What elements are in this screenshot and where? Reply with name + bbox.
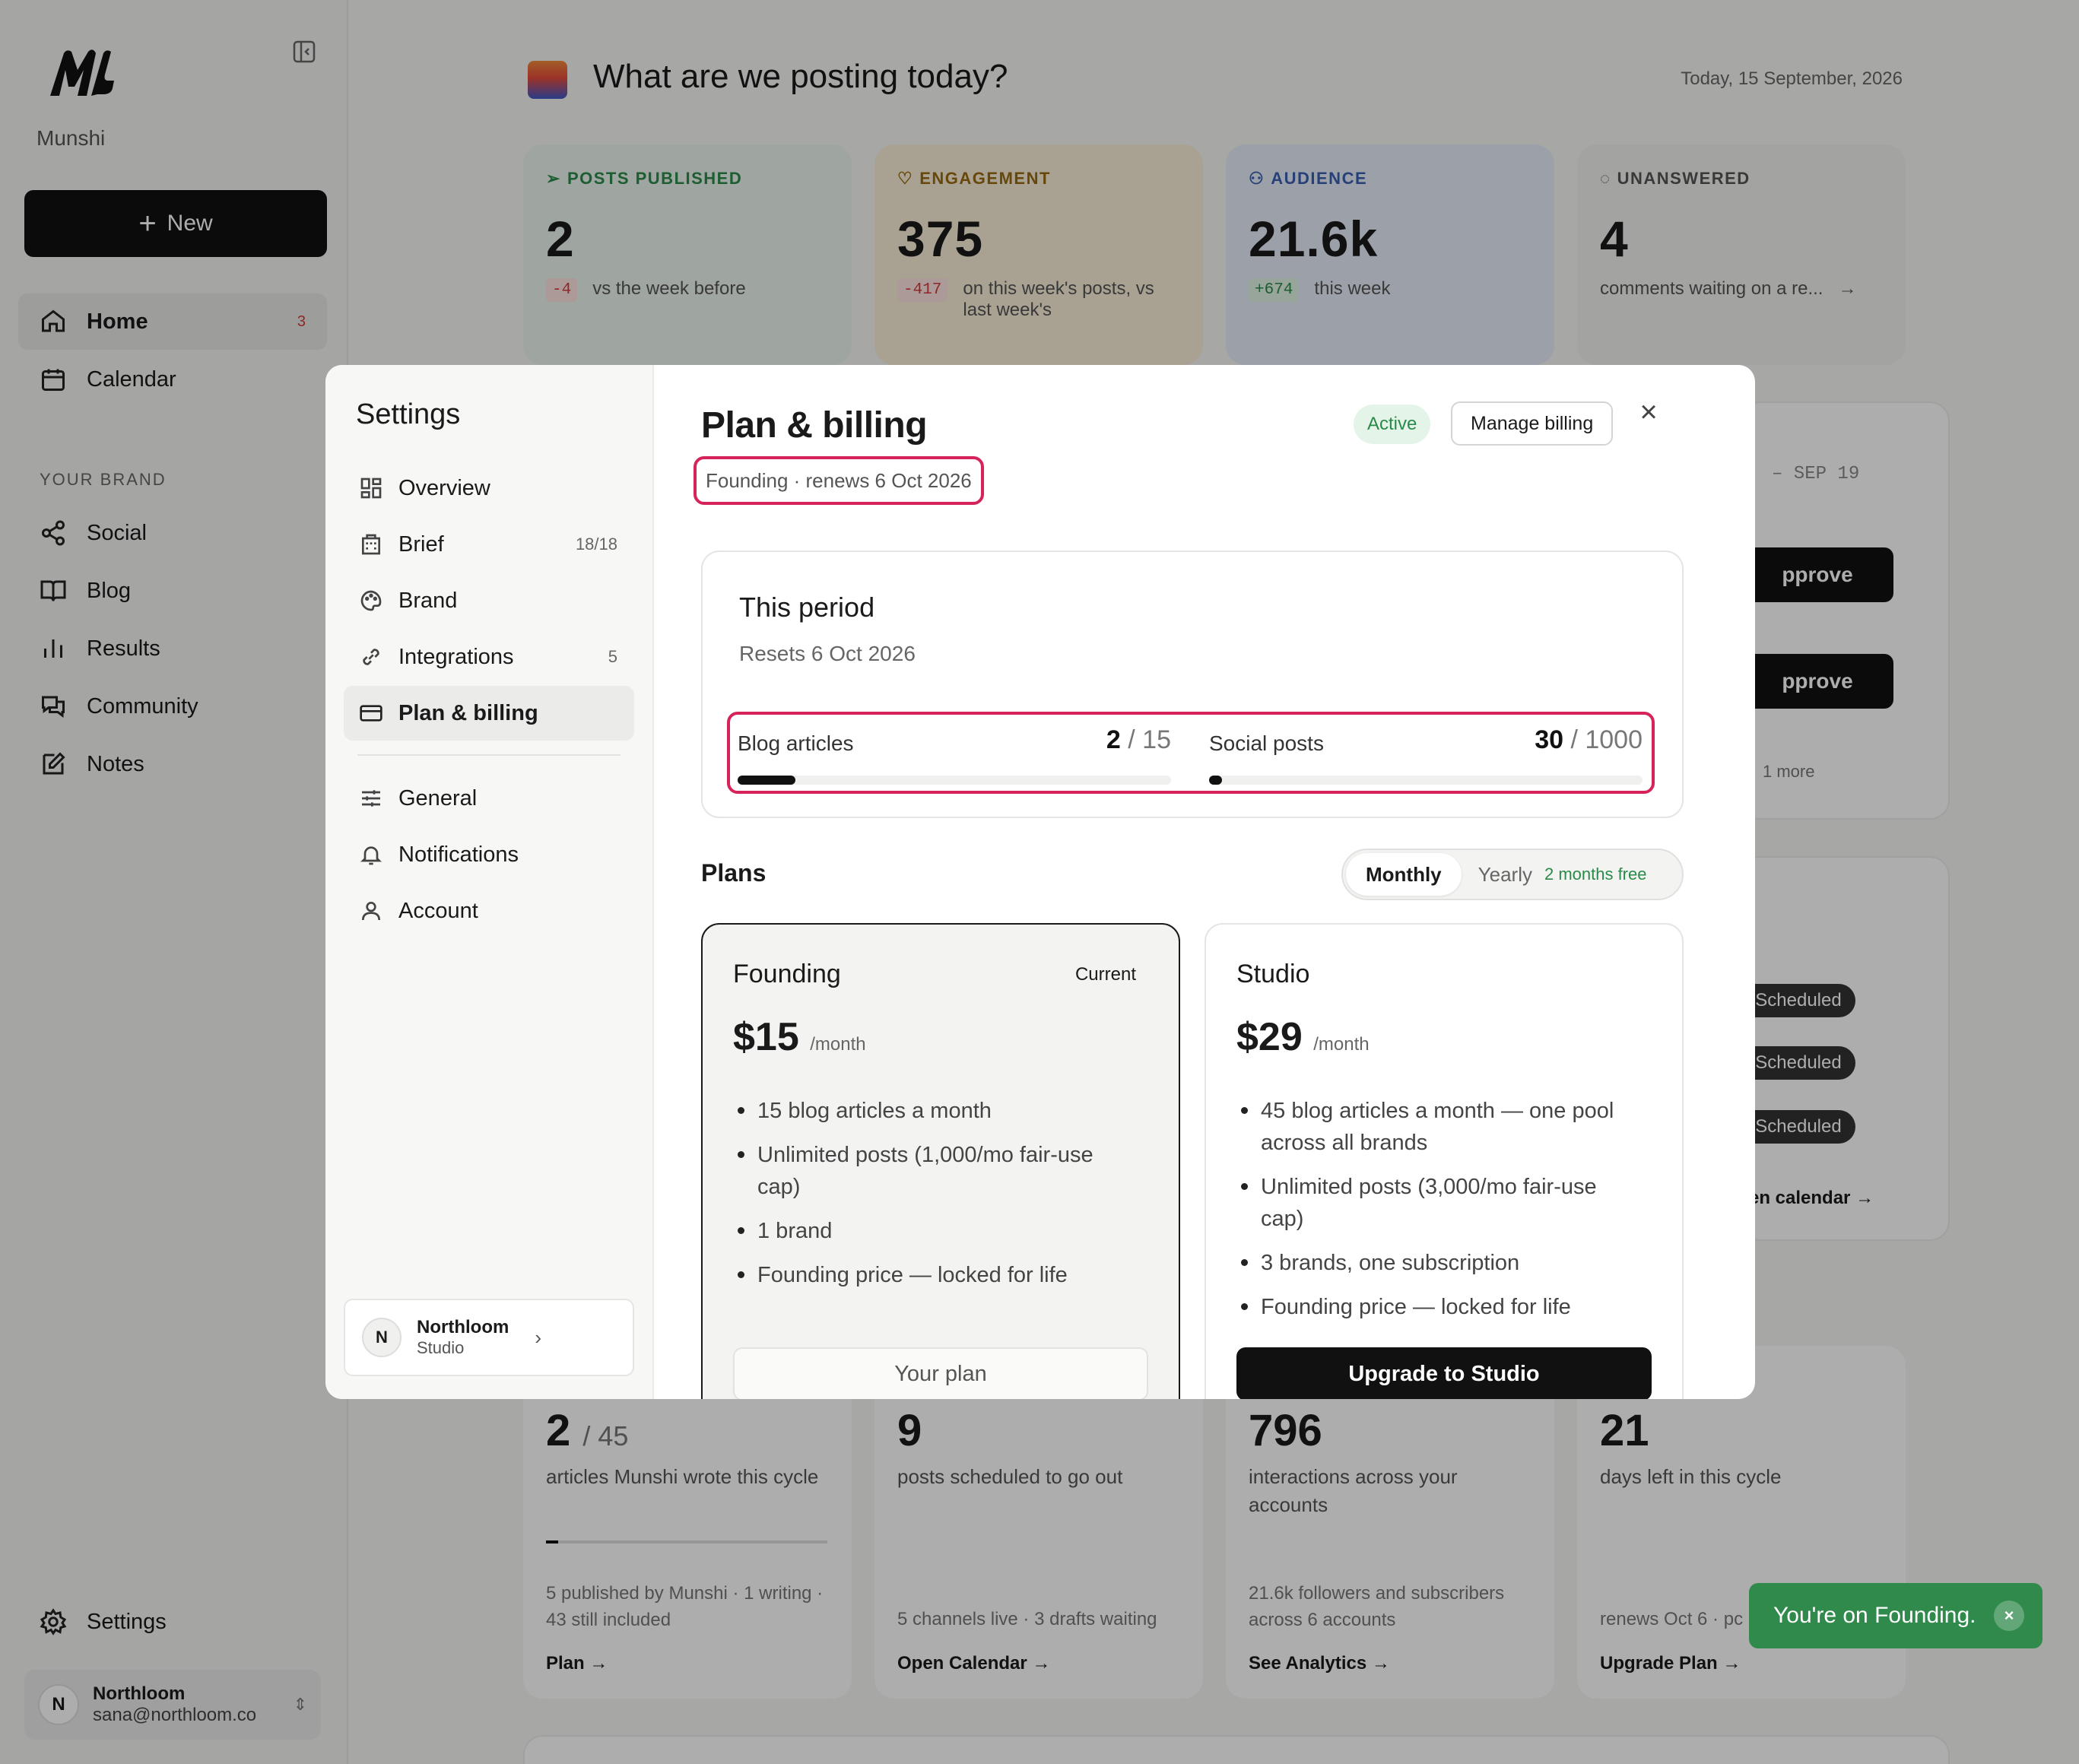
period-title: This period — [739, 592, 875, 623]
bell-icon — [360, 846, 382, 865]
usage-bar-fill — [1209, 776, 1223, 785]
plan-card-founding: Founding Current $15 /month 15 blog arti… — [701, 923, 1180, 1399]
plans-heading: Plans — [701, 859, 767, 887]
usage-bar — [1209, 776, 1643, 785]
org-name: Northloom — [417, 1317, 509, 1337]
status-badge: Active — [1354, 405, 1431, 444]
toast-notification: You're on Founding. × — [1749, 1583, 2042, 1648]
plan-feature: 1 brand — [733, 1215, 1136, 1247]
integrations-count: 5 — [608, 647, 617, 666]
plan-feature: Unlimited posts (1,000/mo fair-use cap) — [733, 1139, 1136, 1203]
settings-tab-plan-billing[interactable]: Plan & billing — [344, 686, 634, 741]
plan-name: Studio — [1236, 960, 1310, 988]
plan-renewal-info: Founding · renews 6 Oct 2026 — [694, 456, 984, 505]
usage-bar-fill — [738, 776, 795, 785]
monthly-option[interactable]: Monthly — [1346, 853, 1462, 896]
org-plan: Studio — [417, 1338, 465, 1357]
settings-tab-account[interactable]: Account — [344, 884, 634, 938]
plan-price: $29 /month — [1236, 1015, 1370, 1059]
settings-tab-brand[interactable]: Brand — [344, 573, 634, 628]
plan-features: 15 blog articles a month Unlimited posts… — [733, 1095, 1136, 1303]
settings-tab-general[interactable]: General — [344, 771, 634, 826]
avatar: N — [362, 1318, 402, 1357]
period-resets: Resets 6 Oct 2026 — [739, 642, 916, 665]
grid-icon — [360, 477, 382, 499]
yearly-discount-note: 2 months free — [1544, 865, 1647, 884]
close-icon[interactable]: × — [1632, 395, 1665, 429]
plan-billing-content: Plan & billing Founding · renews 6 Oct 2… — [654, 365, 1755, 1399]
plan-feature: Founding price — locked for life — [1236, 1291, 1639, 1323]
your-plan-button[interactable]: Your plan — [733, 1347, 1148, 1399]
usage-value: 30 / 1000 — [1535, 725, 1643, 754]
settings-divider — [357, 754, 621, 756]
usage-bar — [738, 776, 1171, 785]
settings-title: Settings — [356, 398, 461, 430]
plan-features: 45 blog articles a month — one pool acro… — [1236, 1095, 1639, 1335]
settings-tab-brief[interactable]: Brief 18/18 — [344, 517, 634, 572]
page-title: Plan & billing — [701, 405, 928, 446]
toast-message: You're on Founding. — [1773, 1603, 1976, 1628]
close-icon[interactable]: × — [1994, 1601, 2024, 1631]
palette-icon — [360, 590, 382, 611]
current-plan-tag: Current — [1074, 964, 1136, 985]
org-switcher[interactable]: N Northloom Studio › — [344, 1299, 634, 1376]
settings-sidebar: Settings Overview Brief 18/18 Brand Inte… — [325, 365, 654, 1399]
usage-meters: Blog articles 2 / 15 Social posts 30 / 1… — [727, 712, 1655, 794]
manage-billing-button[interactable]: Manage billing — [1451, 401, 1614, 446]
chevron-right-icon: › — [535, 1326, 541, 1349]
settings-tab-integrations[interactable]: Integrations 5 — [344, 630, 634, 684]
usage-period-card: This period Resets 6 Oct 2026 Blog artic… — [701, 550, 1684, 818]
billing-interval-toggle: Monthly Yearly 2 months free — [1341, 849, 1684, 900]
plan-feature: 15 blog articles a month — [733, 1095, 1136, 1127]
card-icon — [360, 705, 382, 722]
link-icon — [363, 649, 379, 665]
upgrade-to-studio-button[interactable]: Upgrade to Studio — [1236, 1347, 1652, 1399]
plan-name: Founding — [733, 960, 841, 988]
plan-feature: Founding price — locked for life — [733, 1259, 1136, 1291]
settings-tab-overview[interactable]: Overview — [344, 461, 634, 516]
plan-price: $15 /month — [733, 1015, 866, 1059]
usage-value: 2 / 15 — [1106, 725, 1171, 754]
brief-count: 18/18 — [575, 535, 617, 554]
settings-tab-notifications[interactable]: Notifications — [344, 827, 634, 882]
plan-feature: Unlimited posts (3,000/mo fair-use cap) — [1236, 1171, 1639, 1235]
usage-label: Blog articles — [738, 731, 854, 755]
user-icon — [362, 902, 380, 921]
yearly-option[interactable]: Yearly 2 months free — [1462, 863, 1647, 887]
settings-modal: Settings Overview Brief 18/18 Brand Inte… — [325, 365, 1755, 1399]
plan-card-studio: Studio $29 /month 45 blog articles a mon… — [1205, 923, 1684, 1399]
plan-feature: 3 brands, one subscription — [1236, 1247, 1639, 1279]
sliders-icon — [362, 790, 380, 807]
usage-label: Social posts — [1209, 731, 1324, 755]
building-icon — [362, 534, 380, 555]
plan-feature: 45 blog articles a month — one pool acro… — [1236, 1095, 1639, 1159]
